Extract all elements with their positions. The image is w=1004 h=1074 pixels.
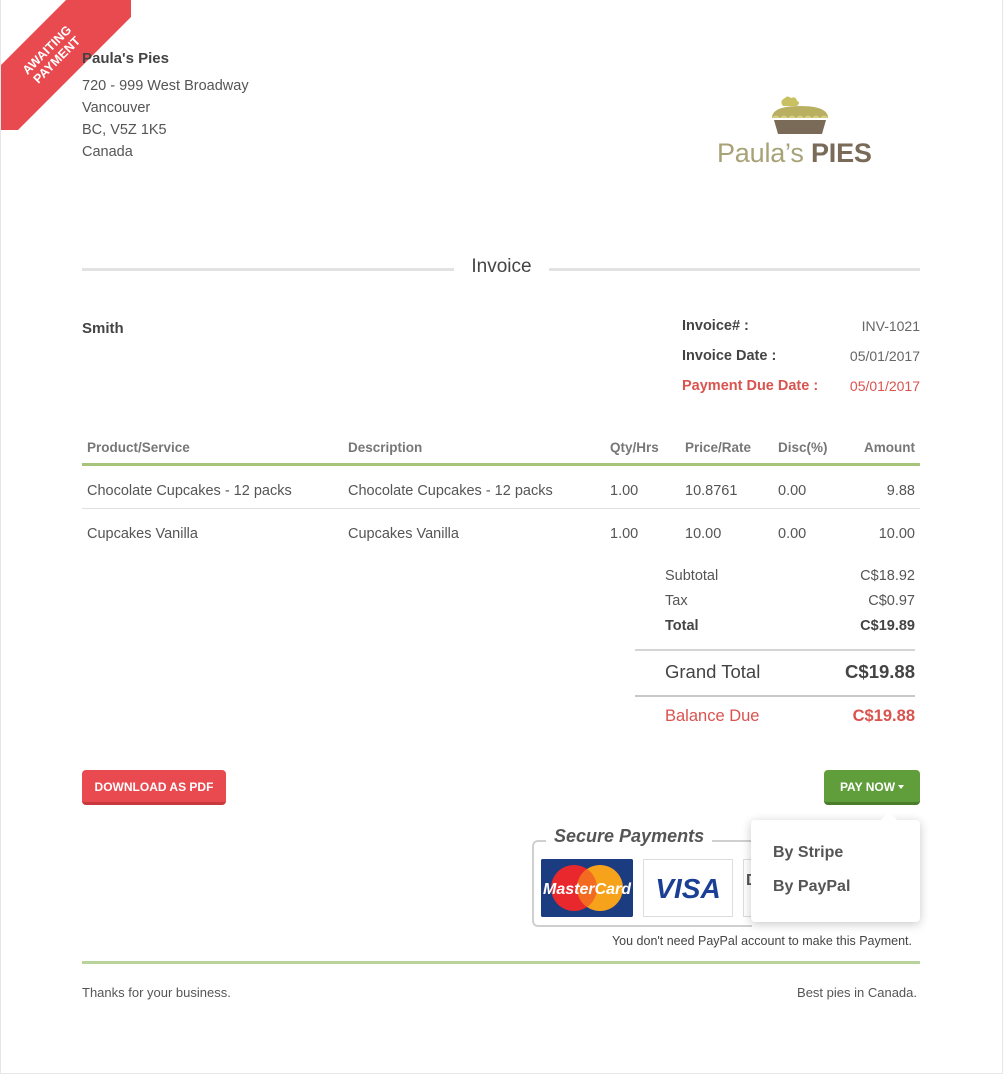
subtotal-label: Subtotal [665,568,719,584]
table-cell: Chocolate Cupcakes - 12 packs [343,464,605,509]
column-header: Amount [845,432,920,466]
divider [82,961,920,964]
mastercard-text: MasterCard [543,881,632,898]
totals-block: Subtotal C$18.92 Tax C$0.97 Total C$19.8… [635,568,915,737]
logo-wordmark: Paula’s PIES [717,138,872,169]
table-cell: 0.00 [778,526,807,543]
divider [549,268,920,271]
company-address-line: BC, V5Z 1K5 [82,122,167,138]
page-title: Invoice [471,256,532,277]
table-cell: Cupcakes Vanilla [348,526,459,543]
download-pdf-button[interactable]: DOWNLOAD AS PDF [82,770,226,805]
total-label: Total [665,618,699,634]
table-cell: 9.88 [845,464,920,509]
invoice-meta: Invoice# : INV-1021 Invoice Date : 05/01… [682,318,920,408]
logo-wordmark-part2: PIES [810,138,872,168]
invoice-number-label: Invoice# : [682,318,749,334]
logo-wordmark-part1: Paula’s [717,138,811,168]
table-cell: 10.00 [878,526,915,543]
invoice-date: 05/01/2017 [849,348,920,364]
tax-value: C$0.97 [868,593,915,609]
tax-label: Tax [665,593,688,609]
company-logo: Paula’s PIES [717,94,887,174]
company-address-line: Canada [82,144,133,160]
company-address-line: 720 - 999 West Broadway [82,78,249,94]
paypal-note: You don't need PayPal account to make th… [611,934,912,948]
footer-right-text: Best pies in Canada. [797,985,917,1000]
invoice-title-row: Invoice [82,256,920,282]
invoice-number: INV-1021 [861,318,920,334]
table-cell: 1.00 [610,526,639,543]
column-header: Disc(%) [773,432,845,466]
table-row: Cupcakes Vanilla Cupcakes Vanilla 1.00 1… [82,508,920,552]
table-row: Chocolate Cupcakes - 12 packs Chocolate … [82,464,920,509]
grand-total-label: Grand Total [665,661,761,682]
visa-logo: VISA [643,859,733,917]
subtotal-value: C$18.92 [860,568,915,584]
table-cell: Cupcakes Vanilla [87,526,198,543]
grand-total-value: C$19.88 [845,661,915,682]
column-header: Price/Rate [680,432,773,466]
pay-now-label: PAY NOW [839,780,896,794]
column-header: Product/Service [82,432,343,466]
client-name: Smith [82,320,124,337]
company-name: Paula's Pies [82,50,169,67]
table-header-row: Product/Service Description Qty/Hrs Pric… [82,432,920,466]
due-date: 05/01/2017 [849,378,920,394]
divider [82,268,454,271]
pie-icon [772,96,828,134]
balance-due-value: C$19.88 [852,707,915,725]
menu-item-stripe[interactable]: By Stripe [773,844,843,862]
balance-due-label: Balance Due [665,707,760,725]
footer-left-text: Thanks for your business. [82,985,231,1000]
invoice-date-label: Invoice Date : [682,348,777,364]
caret-down-icon [898,784,905,789]
invoice-page: AWAITING PAYMENT Paula's Pies 720 - 999 … [0,0,1003,1074]
pay-now-button[interactable]: PAY NOW [824,770,920,805]
table-cell: 1.00 [605,464,680,509]
table-cell: 10.8761 [680,464,773,509]
table-cell: 0.00 [773,464,845,509]
column-header: Description [343,432,605,466]
company-info: Paula's Pies 720 - 999 West Broadway Van… [82,50,249,163]
total-value: C$19.89 [860,618,915,634]
table-cell: Chocolate Cupcakes - 12 packs [82,464,343,509]
company-address-line: Vancouver [82,100,151,116]
mastercard-logo: MasterCard [541,859,633,917]
column-header: Qty/Hrs [605,432,680,466]
visa-text: VISA [655,873,720,904]
secure-payments-title: Secure Payments [546,826,713,847]
table-cell: 10.00 [685,526,722,543]
due-date-label: Payment Due Date : [682,378,819,394]
pay-now-menu: By Stripe By PayPal [751,812,920,922]
line-items-table: Product/Service Description Qty/Hrs Pric… [82,432,920,552]
menu-item-paypal[interactable]: By PayPal [773,878,850,896]
